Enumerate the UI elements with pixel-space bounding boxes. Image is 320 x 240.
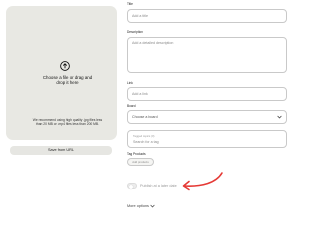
tag-products-label: Tag Products [127, 152, 146, 156]
tagged-topics-label: Tagged topics (0) [133, 134, 155, 138]
board-select[interactable]: Choose a board [127, 110, 287, 124]
tag-search-placeholder: Search for a tag [133, 140, 159, 144]
publish-later-label: Publish at a later date [140, 184, 177, 188]
link-label: Link [127, 81, 133, 85]
board-select-value: Choose a board [132, 115, 158, 119]
chevron-down-icon [277, 115, 282, 119]
upload-recommendation: We recommend using high quality .jpg fil… [32, 118, 103, 127]
upload-dropzone[interactable]: Choose a file or drag and drop it here W… [6, 6, 117, 140]
chevron-down-icon [150, 204, 155, 208]
link-input[interactable]: Add a link [127, 87, 287, 101]
upload-instructions: Choose a file or drag and drop it here [42, 75, 93, 86]
add-products-button[interactable]: Add products [127, 158, 154, 166]
more-options-button[interactable]: More options [127, 204, 155, 208]
description-label: Description [127, 30, 143, 34]
publish-later-toggle[interactable] [127, 183, 137, 189]
annotation-arrow-icon [182, 172, 223, 191]
title-input[interactable]: Add a title [127, 9, 287, 23]
save-from-url-button[interactable]: Save from URL [10, 146, 112, 155]
more-options-label: More options [127, 204, 149, 208]
description-input[interactable]: Add a detailed description [127, 37, 287, 73]
title-label: Title [127, 2, 133, 6]
toggle-knob [128, 184, 133, 189]
upload-arrow-icon [60, 61, 70, 71]
board-label: Board [127, 104, 136, 108]
tag-search-input[interactable]: Tagged topics (0) Search for a tag [127, 130, 287, 148]
